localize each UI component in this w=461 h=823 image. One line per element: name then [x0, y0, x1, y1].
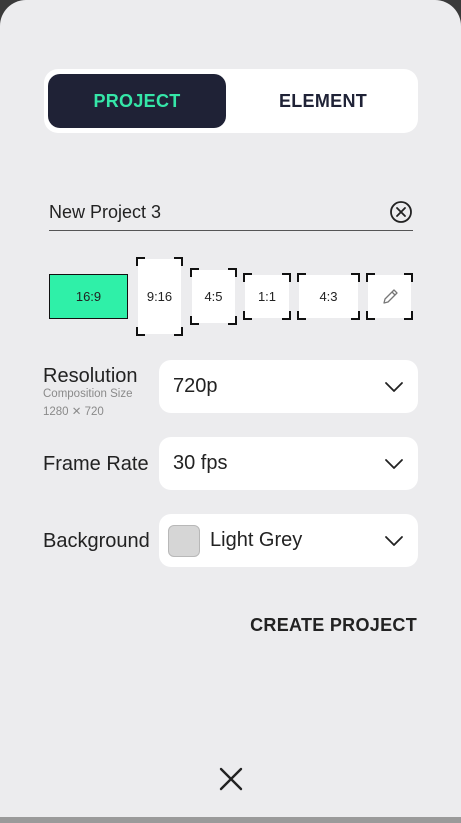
ratio-9-16-label: 9:16 — [146, 289, 173, 304]
composition-size-label: Composition Size — [43, 388, 133, 400]
ratio-9-16[interactable]: 9:16 — [136, 257, 183, 336]
resolution-label: Resolution — [43, 365, 138, 387]
close-icon[interactable] — [219, 767, 243, 791]
project-name-field — [49, 196, 413, 231]
frame-rate-value: 30 fps — [173, 452, 228, 474]
create-project-panel: PROJECT ELEMENT 16:9 9:16 4:5 1:1 4:3 R — [0, 0, 461, 817]
clear-icon[interactable] — [389, 200, 413, 224]
mode-toggle: PROJECT ELEMENT — [44, 69, 418, 133]
chevron-down-icon — [385, 536, 403, 546]
chevron-down-icon — [385, 382, 403, 392]
ratio-16-9-label: 16:9 — [75, 289, 102, 304]
ratio-1-1-label: 1:1 — [257, 289, 277, 304]
bottom-bar — [0, 817, 461, 823]
composition-size-value: 1280 ✕ 720 — [43, 406, 104, 418]
background-value: Light Grey — [210, 529, 303, 551]
ratio-4-3-label: 4:3 — [319, 289, 338, 304]
background-dropdown[interactable]: Light Grey — [159, 514, 418, 567]
ratio-4-3[interactable]: 4:3 — [297, 273, 360, 320]
chevron-down-icon — [385, 459, 403, 469]
project-name-input[interactable] — [49, 200, 369, 224]
frame-rate-label: Frame Rate — [43, 453, 149, 475]
background-label: Background — [43, 530, 150, 552]
pencil-icon — [382, 288, 398, 304]
ratio-4-5[interactable]: 4:5 — [190, 268, 237, 325]
ratio-custom[interactable] — [366, 273, 413, 320]
tab-element[interactable]: ELEMENT — [234, 74, 412, 128]
tab-project[interactable]: PROJECT — [48, 74, 226, 128]
ratio-1-1[interactable]: 1:1 — [243, 273, 291, 320]
ratio-16-9[interactable]: 16:9 — [49, 274, 128, 319]
ratio-4-5-label: 4:5 — [204, 289, 223, 304]
resolution-value: 720p — [173, 375, 218, 397]
background-color-swatch — [168, 525, 200, 557]
frame-rate-dropdown[interactable]: 30 fps — [159, 437, 418, 490]
resolution-dropdown[interactable]: 720p — [159, 360, 418, 413]
create-project-button[interactable]: CREATE PROJECT — [250, 615, 417, 636]
